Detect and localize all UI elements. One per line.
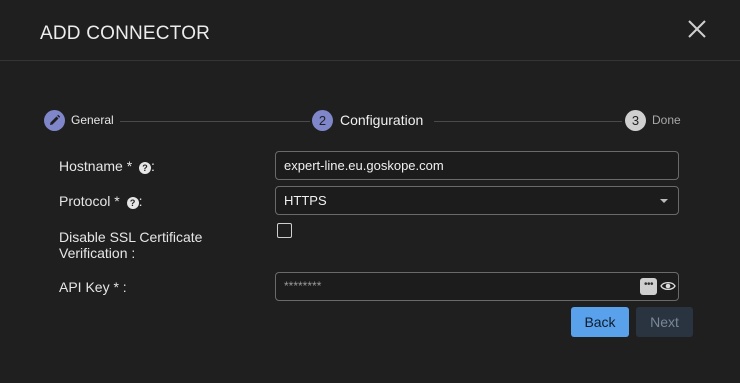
dialog-header: ADD CONNECTOR: [0, 0, 740, 61]
apikey-value: ********: [284, 279, 322, 293]
disable-ssl-checkbox[interactable]: [277, 223, 292, 238]
hostname-label: Hostname * ?:: [59, 158, 155, 174]
hostname-label-text: Hostname *: [59, 158, 137, 174]
dialog-title: ADD CONNECTOR: [40, 23, 211, 44]
help-icon[interactable]: ?: [126, 197, 139, 209]
more-dots-icon[interactable]: •••: [640, 278, 657, 295]
hostname-input[interactable]: expert-line.eu.goskope.com: [275, 151, 679, 180]
add-connector-dialog: ADD CONNECTOR General 2 Configuration 3 …: [0, 0, 740, 383]
back-button[interactable]: Back: [571, 307, 629, 337]
step-3-label: Done: [652, 113, 681, 127]
step-1-circle: [44, 110, 65, 131]
hostname-label-colon: :: [151, 158, 155, 174]
help-icon[interactable]: ?: [139, 162, 152, 174]
step-connector-line: [120, 121, 310, 122]
step-connector-line: [434, 121, 622, 122]
eye-icon[interactable]: [660, 277, 676, 293]
apikey-label: API Key * :: [59, 279, 127, 295]
protocol-label-colon: :: [138, 193, 143, 209]
protocol-select[interactable]: HTTPS: [275, 186, 679, 215]
close-icon[interactable]: [684, 16, 710, 42]
protocol-label-text: Protocol *: [59, 193, 124, 209]
step-3-circle: 3: [625, 110, 646, 131]
ssl-label: Disable SSL Certificate Verification :: [59, 229, 202, 261]
apikey-input[interactable]: ******** •••: [275, 272, 679, 301]
step-2-label: Configuration: [340, 112, 424, 128]
chevron-down-icon: [660, 199, 668, 203]
stepper: General 2 Configuration 3 Done: [44, 110, 684, 132]
pencil-icon: [50, 114, 61, 125]
ssl-label-line2: Verification :: [59, 245, 136, 261]
step-2-circle: 2: [312, 110, 333, 131]
next-button[interactable]: Next: [636, 307, 693, 337]
protocol-selected-value: HTTPS: [284, 193, 327, 208]
ssl-label-line1: Disable SSL Certificate: [59, 229, 203, 245]
protocol-label: Protocol * ?:: [59, 193, 142, 209]
step-1-label: General: [71, 113, 114, 127]
